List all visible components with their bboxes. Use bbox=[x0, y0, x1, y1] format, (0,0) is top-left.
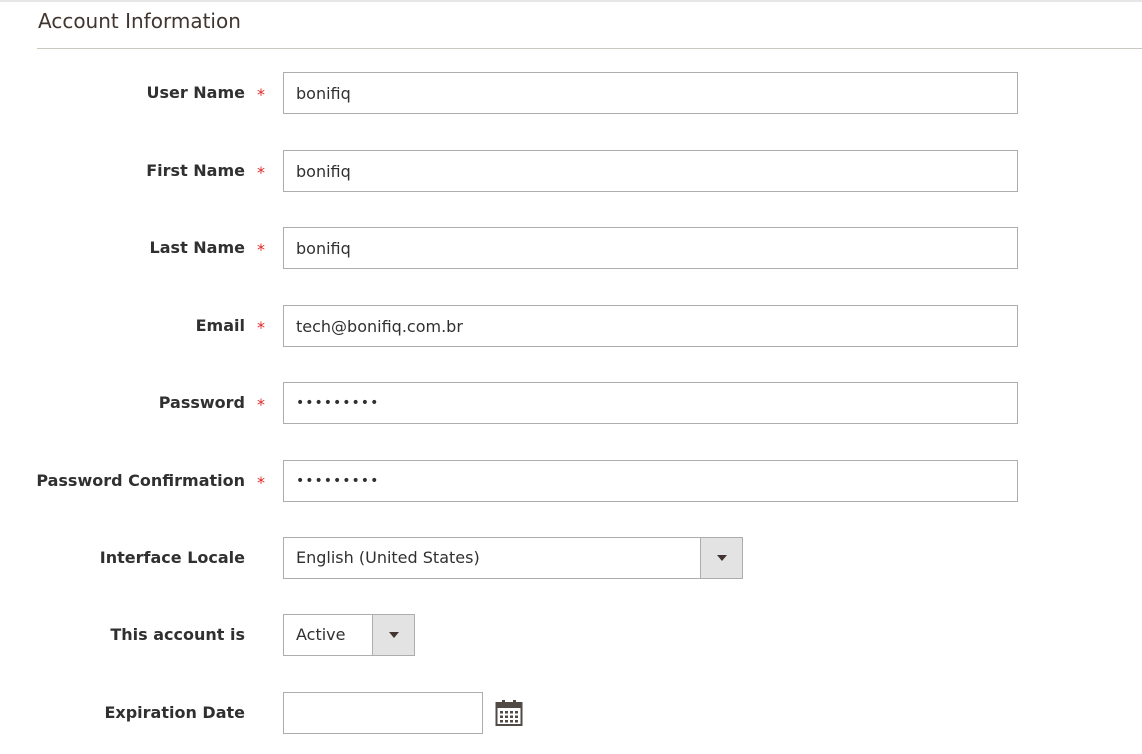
username-label: User Name bbox=[146, 83, 245, 102]
section-divider bbox=[37, 48, 1142, 49]
required-asterisk: * bbox=[257, 163, 265, 182]
account-status-dropdown-button[interactable] bbox=[372, 615, 414, 655]
required-asterisk: * bbox=[257, 395, 265, 414]
account-status-label: This account is bbox=[110, 625, 245, 644]
password-confirmation-label: Password Confirmation bbox=[36, 471, 245, 490]
field-row-password: Password * bbox=[0, 382, 1142, 424]
required-asterisk: * bbox=[257, 85, 265, 104]
field-row-password-confirmation: Password Confirmation * bbox=[0, 460, 1142, 502]
expiration-date-label: Expiration Date bbox=[104, 703, 245, 722]
field-row-username: User Name * bbox=[0, 72, 1142, 114]
field-row-email: Email * bbox=[0, 305, 1142, 347]
field-row-account-status: This account is Active bbox=[0, 614, 1142, 656]
interface-locale-select[interactable]: English (United States) bbox=[283, 537, 743, 579]
username-input[interactable] bbox=[283, 72, 1018, 114]
interface-locale-dropdown-button[interactable] bbox=[700, 538, 742, 578]
chevron-down-icon bbox=[388, 632, 399, 638]
field-row-lastname: Last Name * bbox=[0, 227, 1142, 269]
email-label: Email bbox=[195, 316, 245, 335]
lastname-label: Last Name bbox=[149, 238, 245, 257]
password-label: Password bbox=[158, 393, 245, 412]
calendar-icon[interactable] bbox=[495, 699, 523, 727]
interface-locale-label: Interface Locale bbox=[99, 548, 245, 567]
section-title: Account Information bbox=[38, 9, 241, 33]
required-asterisk: * bbox=[257, 473, 265, 492]
field-row-interface-locale: Interface Locale English (United States) bbox=[0, 537, 1142, 579]
top-divider bbox=[0, 0, 1142, 2]
password-confirmation-input[interactable] bbox=[283, 460, 1018, 502]
firstname-input[interactable] bbox=[283, 150, 1018, 192]
field-row-expiration-date: Expiration Date bbox=[0, 692, 1142, 734]
chevron-down-icon bbox=[716, 555, 727, 561]
lastname-input[interactable] bbox=[283, 227, 1018, 269]
required-asterisk: * bbox=[257, 240, 265, 259]
expiration-date-input[interactable] bbox=[283, 692, 483, 734]
password-input[interactable] bbox=[283, 382, 1018, 424]
firstname-label: First Name bbox=[146, 161, 245, 180]
interface-locale-value: English (United States) bbox=[296, 548, 480, 567]
account-status-value: Active bbox=[296, 625, 346, 644]
account-status-select[interactable]: Active bbox=[283, 614, 415, 656]
email-input[interactable] bbox=[283, 305, 1018, 347]
required-asterisk: * bbox=[257, 318, 265, 337]
field-row-firstname: First Name * bbox=[0, 150, 1142, 192]
